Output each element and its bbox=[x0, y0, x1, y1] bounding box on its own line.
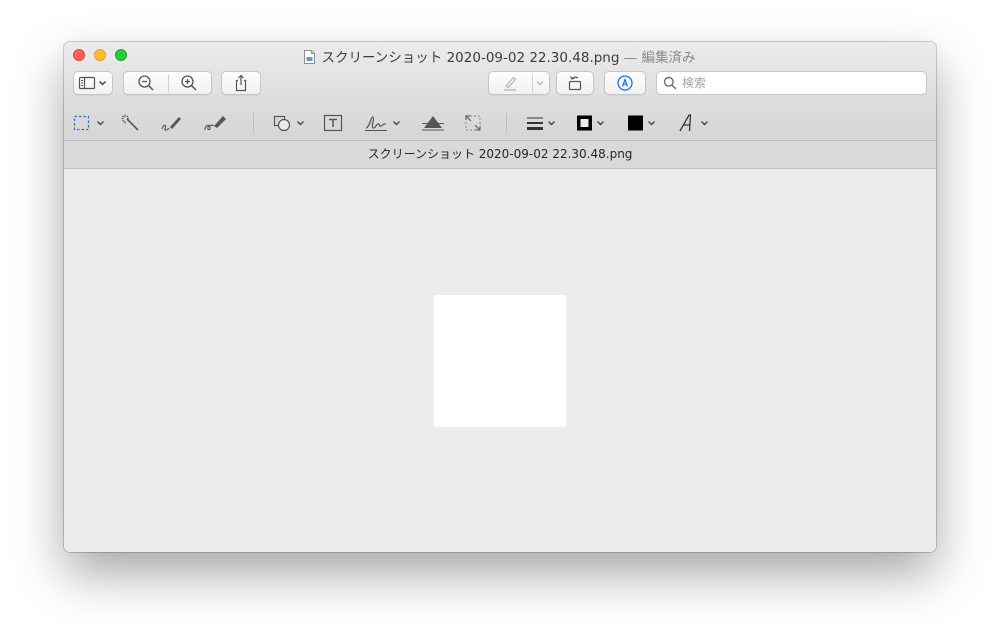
window-title: スクリーンショット 2020-09-02 22.30.48.png — 編集済み bbox=[64, 46, 936, 66]
adjust-size-icon bbox=[465, 115, 481, 131]
window-title-status: — 編集済み bbox=[623, 50, 696, 66]
search-field[interactable] bbox=[656, 71, 927, 95]
draw-tool[interactable] bbox=[203, 112, 229, 134]
document-tab-label: スクリーンショット 2020-09-02 22.30.48.png bbox=[367, 147, 633, 161]
sketch-tool[interactable] bbox=[160, 112, 186, 134]
segment-divider bbox=[532, 75, 533, 93]
adjust-size-tool[interactable] bbox=[463, 112, 483, 134]
preview-window: スクリーンショット 2020-09-02 22.30.48.png — 編集済み bbox=[64, 42, 936, 552]
sidebar-toggle-button[interactable] bbox=[73, 71, 113, 95]
zoom-out-icon bbox=[138, 75, 154, 91]
zoom-segmented-control bbox=[123, 71, 212, 95]
zoom-out-button[interactable] bbox=[124, 74, 168, 92]
toolbar-separator bbox=[253, 113, 254, 133]
share-button[interactable] bbox=[221, 71, 261, 95]
window-toolbar: スクリーンショット 2020-09-02 22.30.48.png — 編集済み bbox=[64, 42, 936, 140]
text-style-menu[interactable] bbox=[677, 112, 713, 134]
sign-tool[interactable] bbox=[362, 112, 404, 134]
instant-alpha-tool[interactable] bbox=[120, 112, 142, 134]
search-icon bbox=[663, 76, 677, 90]
rectangular-selection-tool[interactable] bbox=[72, 112, 108, 134]
highlight-button[interactable] bbox=[489, 74, 532, 92]
zoom-in-icon bbox=[181, 75, 197, 91]
search-input[interactable] bbox=[682, 76, 912, 90]
zoom-in-button[interactable] bbox=[168, 74, 212, 92]
highlight-control bbox=[488, 71, 550, 95]
toolbar-separator bbox=[506, 113, 507, 133]
chevron-down-icon bbox=[536, 81, 544, 86]
signature-icon bbox=[365, 116, 400, 131]
text-tool[interactable] bbox=[322, 112, 344, 134]
shapes-tool[interactable] bbox=[272, 112, 308, 134]
adjust-color-tool[interactable] bbox=[421, 112, 445, 134]
text-style-icon bbox=[679, 114, 708, 132]
border-color-icon bbox=[577, 115, 604, 131]
selection-rectangle-icon bbox=[73, 115, 104, 131]
document-icon bbox=[304, 50, 316, 64]
fill-color-menu[interactable] bbox=[625, 112, 661, 134]
markup-button[interactable] bbox=[604, 71, 646, 95]
image-content[interactable] bbox=[434, 295, 566, 427]
fill-color-icon bbox=[628, 115, 655, 131]
rotate-icon bbox=[568, 76, 582, 91]
shapes-icon bbox=[273, 115, 304, 132]
text-box-icon bbox=[323, 114, 343, 132]
markup-icon bbox=[617, 75, 633, 91]
window-title-filename: スクリーンショット 2020-09-02 22.30.48.png bbox=[321, 50, 620, 66]
rotate-button[interactable] bbox=[556, 71, 594, 95]
shape-style-menu[interactable] bbox=[525, 112, 561, 134]
line-weight-icon bbox=[527, 117, 555, 130]
highlight-menu-button[interactable] bbox=[532, 79, 549, 87]
draw-icon bbox=[204, 116, 226, 131]
segment-divider bbox=[168, 75, 169, 93]
document-tab: スクリーンショット 2020-09-02 22.30.48.png bbox=[64, 140, 936, 169]
adjust-color-icon bbox=[422, 116, 444, 131]
highlighter-icon bbox=[504, 76, 517, 91]
sidebar-icon bbox=[78, 76, 107, 90]
document-canvas[interactable] bbox=[64, 169, 936, 552]
share-icon bbox=[235, 74, 247, 92]
border-color-menu[interactable] bbox=[574, 112, 610, 134]
sketch-icon bbox=[161, 117, 181, 131]
magic-wand-icon bbox=[121, 114, 139, 131]
